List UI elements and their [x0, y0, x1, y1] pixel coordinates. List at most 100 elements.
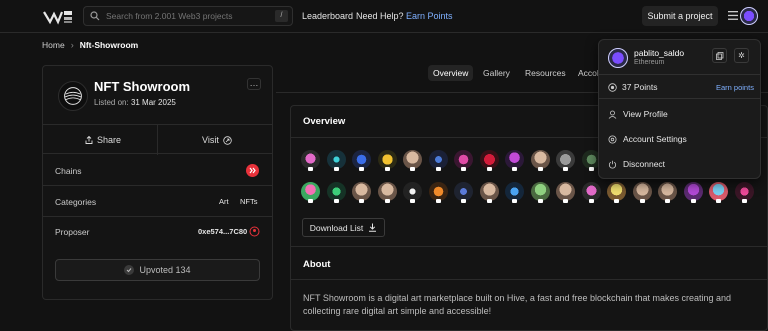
pixel-avatar-icon[interactable] — [301, 150, 320, 171]
search-icon — [90, 11, 100, 21]
check-icon — [124, 265, 135, 275]
yellow-diamond-icon[interactable] — [377, 150, 397, 171]
project-info-card: NFT Showroom Listed on: 31 Mar 2025 … Sh… — [42, 65, 273, 300]
settings-gear-icon[interactable]: ✲ — [734, 48, 749, 63]
chain-indicator-dot — [588, 167, 594, 171]
nav-earn-points-link[interactable]: Earn Points — [406, 11, 453, 21]
submit-project-button[interactable]: Submit a project — [642, 6, 718, 26]
menu-item-disconnect[interactable]: Disconnect — [608, 159, 665, 169]
white-star-icon[interactable] — [403, 182, 422, 203]
tab-overview[interactable]: Overview — [428, 65, 474, 81]
nav-leaderboard-link[interactable]: Leaderboard — [302, 11, 353, 21]
external-link-icon — [223, 135, 232, 145]
chain-indicator-dot — [665, 199, 670, 203]
breadcrumb: Home › Nft-Showroom — [42, 40, 138, 50]
chain-indicator-dot — [333, 167, 339, 171]
blue-gear-icon[interactable] — [352, 150, 371, 171]
face-avatar-icon[interactable] — [556, 182, 575, 203]
green-gear-icon[interactable] — [326, 182, 346, 203]
chain-indicator-dot — [410, 199, 415, 203]
chain-indicator-dot — [435, 199, 441, 203]
pink-gem-icon[interactable] — [454, 150, 473, 171]
upvote-button[interactable]: Upvoted 134 — [55, 259, 260, 281]
face-avatar-icon[interactable] — [658, 182, 677, 203]
download-icon — [369, 223, 377, 232]
face-avatar-icon[interactable] — [352, 182, 371, 203]
categories-row: Categories Art NFTs — [43, 187, 272, 217]
listed-date: Listed on: 31 Mar 2025 — [94, 98, 176, 107]
project-title: NFT Showroom — [94, 79, 191, 94]
pink-flower-icon[interactable] — [734, 182, 754, 203]
download-list-button[interactable]: Download List — [302, 218, 385, 237]
chain-indicator-dot — [537, 199, 543, 203]
hive-chain-icon[interactable] — [246, 164, 259, 177]
chain-indicator-dot — [614, 199, 619, 203]
nav-help-link[interactable]: Need Help? — [356, 11, 404, 21]
chain-indicator-dot — [384, 199, 390, 203]
chain-indicator-dot — [359, 199, 364, 203]
anime-avatar-icon[interactable] — [709, 182, 728, 203]
tab-gallery[interactable]: Gallery — [483, 68, 510, 78]
account-settings-label: Account Settings — [623, 134, 687, 144]
dropdown-earn-points-link[interactable]: Earn points — [716, 83, 754, 92]
chain-indicator-dot — [308, 199, 313, 203]
menu-item-account-settings[interactable]: Account Settings — [608, 134, 687, 144]
tab-resources[interactable]: Resources — [525, 68, 566, 78]
grey-pattern-icon[interactable] — [556, 150, 575, 171]
colorful-avatar-icon[interactable] — [301, 182, 320, 203]
categories-label: Categories — [55, 197, 97, 207]
face-avatar-icon[interactable] — [479, 182, 499, 203]
proposer-address[interactable]: 0xe574...7C80 — [198, 227, 247, 236]
chain-indicator-dot — [741, 199, 747, 203]
share-button[interactable]: Share — [85, 135, 121, 145]
category-tag-nfts[interactable]: NFTs — [240, 197, 258, 206]
blue-ring-icon[interactable] — [505, 182, 524, 203]
crosshair-icon[interactable] — [326, 150, 346, 171]
face-avatar-icon[interactable] — [530, 150, 550, 171]
disconnect-label: Disconnect — [623, 159, 666, 169]
search-bar[interactable] — [83, 6, 293, 26]
download-list-label: Download List — [309, 222, 364, 233]
dark-gear-icon[interactable] — [454, 182, 473, 203]
chain-indicator-dot — [308, 167, 313, 171]
breadcrumb-home-link[interactable]: Home — [42, 40, 65, 50]
proposer-row: Proposer 0xe574...7C80 — [43, 217, 272, 247]
chains-row: Chains — [43, 156, 272, 186]
orange-diamond-icon[interactable] — [428, 182, 448, 203]
search-input[interactable] — [106, 11, 276, 21]
hamburger-menu-icon[interactable] — [728, 11, 738, 20]
visit-button[interactable]: Visit — [202, 135, 232, 145]
face-avatar-icon[interactable] — [403, 150, 422, 171]
category-tag-art[interactable]: Art — [219, 197, 229, 206]
red-orb-icon[interactable] — [479, 150, 499, 171]
chain-indicator-dot — [639, 199, 645, 203]
site-logo[interactable] — [42, 8, 74, 26]
copy-address-icon[interactable] — [712, 48, 727, 63]
proposer-label: Proposer — [55, 227, 90, 237]
more-options-button[interactable]: … — [247, 78, 261, 90]
menu-item-view-profile[interactable]: View Profile — [608, 109, 668, 119]
proposer-avatar-icon — [249, 226, 260, 237]
user-avatar-button[interactable] — [740, 7, 758, 25]
chain-indicator-dot — [537, 167, 543, 171]
view-profile-label: View Profile — [623, 109, 668, 119]
face-avatar-icon[interactable] — [377, 182, 397, 203]
search-shortcut-badge: / — [275, 10, 288, 22]
pink-avatar-icon[interactable] — [683, 182, 703, 203]
tab-accolades[interactable]: Accol — [578, 68, 599, 78]
chain-indicator-dot — [435, 167, 441, 171]
chevron-right-icon: › — [70, 40, 74, 50]
pixel-avatar-icon[interactable] — [581, 182, 601, 203]
wizard-avatar-icon[interactable] — [505, 150, 524, 171]
settings-icon — [608, 135, 617, 143]
chain-indicator-dot — [410, 167, 415, 171]
blue-orb-icon[interactable] — [428, 150, 448, 171]
green-avatar-icon[interactable] — [530, 182, 550, 203]
share-icon — [85, 136, 93, 144]
blonde-avatar-icon[interactable] — [607, 182, 626, 203]
face-avatar-icon[interactable] — [632, 182, 652, 203]
chain-indicator-dot — [563, 167, 568, 171]
chain-indicator-dot — [563, 199, 568, 203]
dropdown-points: 37 Points — [608, 82, 657, 92]
chain-indicator-dot — [333, 199, 339, 203]
